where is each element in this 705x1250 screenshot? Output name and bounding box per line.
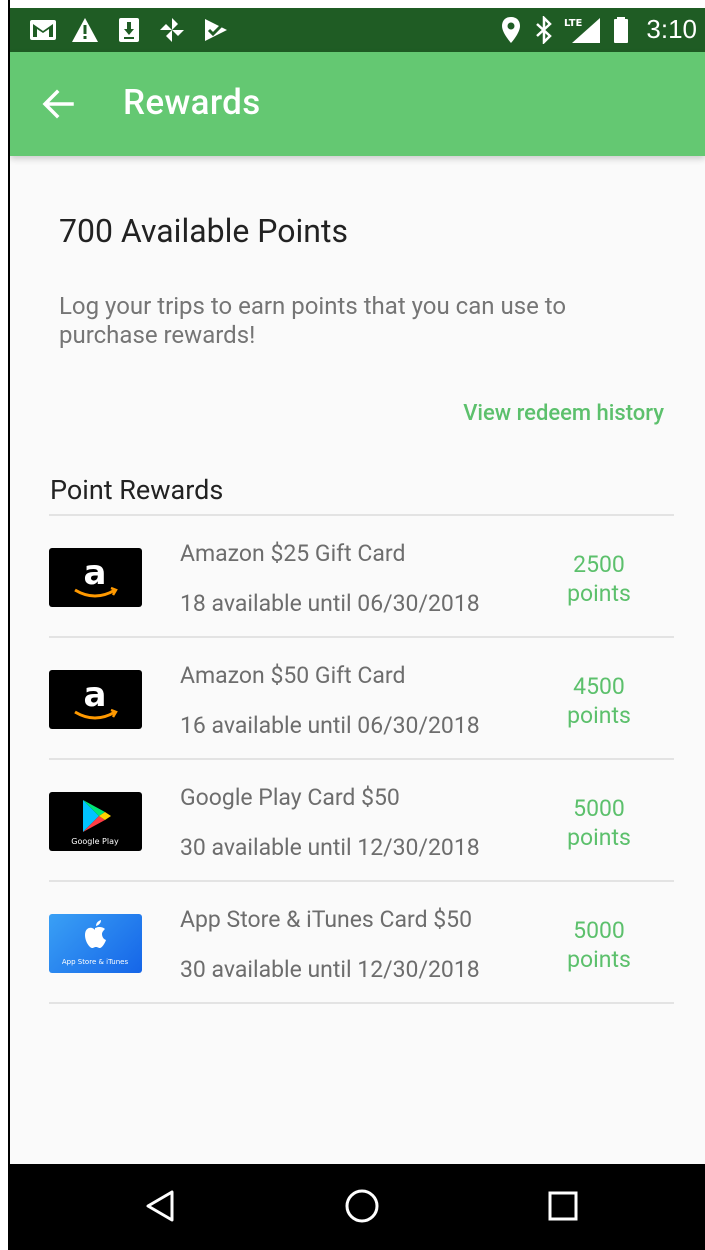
status-time: 3:10 — [646, 14, 697, 44]
reward-availability: 30 available until 12/30/2018 — [180, 956, 480, 983]
back-arrow-icon[interactable] — [40, 86, 80, 122]
svg-text:App Store & iTunes: App Store & iTunes — [62, 958, 129, 966]
amazon-logo-icon: a — [49, 548, 142, 607]
reward-item-amazon-50[interactable]: a Amazon $50 Gift Card 16 available unti… — [49, 638, 674, 758]
points-unit: points — [567, 946, 631, 973]
points-description: Log your trips to earn points that you c… — [59, 292, 567, 349]
reward-availability: 16 available until 06/30/2018 — [180, 712, 480, 739]
points-value: 2500 — [573, 551, 625, 578]
status-bar: LTE 3:10 — [10, 8, 705, 52]
apple-logo-icon: App Store & iTunes — [49, 914, 142, 973]
recents-square-icon[interactable] — [543, 1186, 583, 1226]
reward-points: 4500 points — [544, 672, 654, 730]
lte-signal-icon: LTE — [562, 16, 602, 44]
available-points-title: 700 Available Points — [59, 212, 348, 250]
battery-icon — [610, 16, 632, 44]
navigation-bar — [10, 1164, 705, 1250]
reward-points: 5000 points — [544, 794, 654, 852]
reward-item-google-play-50[interactable]: Google Play Google Play Card $50 30 avai… — [49, 760, 674, 880]
reward-points: 2500 points — [544, 550, 654, 608]
points-unit: points — [567, 824, 631, 851]
reward-name: Google Play Card $50 — [180, 784, 400, 811]
section-title: Point Rewards — [50, 474, 224, 506]
svg-text:Google Play: Google Play — [71, 837, 119, 846]
gmail-icon — [28, 16, 58, 44]
svg-text:LTE: LTE — [564, 18, 583, 29]
svg-text:a: a — [84, 553, 107, 593]
download-icon — [116, 16, 142, 44]
divider — [49, 1002, 674, 1004]
home-circle-icon[interactable] — [342, 1186, 382, 1226]
points-value: 5000 — [573, 795, 625, 822]
app-bar: Rewards — [10, 52, 705, 156]
svg-text:a: a — [84, 675, 107, 715]
checkmark-flag-icon — [200, 16, 232, 44]
reward-availability: 18 available until 06/30/2018 — [180, 590, 480, 617]
view-redeem-history-link[interactable]: View redeem history — [463, 401, 664, 426]
points-value: 4500 — [573, 673, 625, 700]
back-triangle-icon[interactable] — [141, 1186, 181, 1226]
points-unit: points — [567, 702, 631, 729]
points-unit: points — [567, 580, 631, 607]
reward-list: a Amazon $25 Gift Card 18 available unti… — [49, 514, 674, 1004]
google-play-logo-icon: Google Play — [49, 792, 142, 851]
reward-item-app-store-itunes-50[interactable]: App Store & iTunes App Store & iTunes Ca… — [49, 882, 674, 1002]
reward-availability: 30 available until 12/30/2018 — [180, 834, 480, 861]
points-value: 5000 — [573, 917, 625, 944]
amazon-logo-icon: a — [49, 670, 142, 729]
reward-name: Amazon $50 Gift Card — [180, 662, 406, 689]
phone-screen: LTE 3:10 Rewards 700 Available Points Lo… — [10, 8, 705, 1250]
reward-item-amazon-25[interactable]: a Amazon $25 Gift Card 18 available unti… — [49, 516, 674, 636]
warning-icon — [70, 16, 100, 44]
page-title: Rewards — [123, 82, 261, 123]
reward-name: Amazon $25 Gift Card — [180, 540, 406, 567]
reward-points: 5000 points — [544, 916, 654, 974]
top-border — [8, 0, 705, 8]
bluetooth-icon — [532, 16, 556, 44]
pinwheel-icon — [156, 16, 188, 44]
reward-name: App Store & iTunes Card $50 — [180, 906, 473, 933]
location-icon — [498, 16, 524, 44]
